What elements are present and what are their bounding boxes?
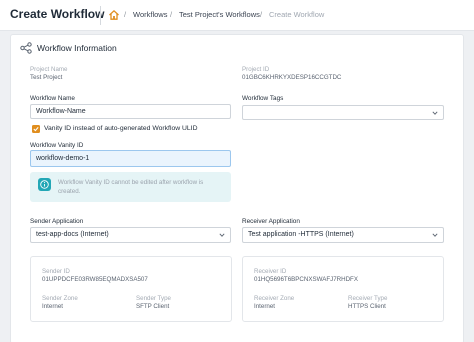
chevron-down-icon (432, 111, 438, 115)
workflow-vanity-id-label: Workflow Vanity ID (30, 142, 84, 149)
share-nodes-icon (20, 42, 32, 54)
workflow-vanity-id-value: workflow-demo-1 (36, 155, 90, 162)
sender-application-label: Sender Application (30, 218, 84, 225)
receiver-zone-label: Receiver Zone (254, 295, 295, 302)
receiver-id-value: 01HQ5696T6BPCNXSWAFJ7RHDFX (254, 276, 358, 283)
vanity-id-checkbox-label[interactable]: Vanity ID instead of auto-generated Work… (44, 125, 198, 132)
sender-type-label: Sender Type (136, 295, 171, 302)
receiver-id-label: Receiver ID (254, 268, 287, 275)
sender-id-value: 01UPPDCFE03RW85EQMADXSA507 (42, 276, 148, 283)
sender-application-value: test-app-docs (Internet) (36, 231, 109, 238)
breadcrumb-separator: / (170, 10, 173, 19)
page-title: Create Workflow (10, 7, 105, 21)
sender-type-value: SFTP Client (136, 303, 170, 310)
receiver-application-value: Test application -HTTPS (Internet) (248, 231, 354, 238)
vanity-id-info-text: Workflow Vanity ID cannot be edited afte… (58, 179, 204, 195)
sender-id-label: Sender ID (42, 268, 70, 275)
workflow-tags-label: Workflow Tags (242, 95, 284, 102)
header-divider (100, 6, 101, 25)
breadcrumb-project-workflows-link[interactable]: Test Project's Workflows (179, 10, 260, 19)
workflow-name-value: Workflow-Name (36, 108, 86, 115)
workflow-vanity-id-input[interactable]: workflow-demo-1 (30, 150, 231, 167)
sender-zone-label: Sender Zone (42, 295, 78, 302)
receiver-type-value: HTTPS Client (348, 303, 386, 310)
project-id-label: Project ID (242, 66, 270, 73)
project-id-value: 01GBC6KHRKYXDESP16CCGTDC (242, 74, 342, 81)
receiver-details-card (242, 256, 444, 322)
breadcrumb-workflows-link[interactable]: Workflows (133, 10, 167, 19)
check-icon (33, 126, 39, 132)
receiver-zone-value: Internet (254, 303, 275, 310)
receiver-type-label: Receiver Type (348, 295, 388, 302)
info-icon (38, 178, 51, 191)
workflow-name-label: Workflow Name (30, 95, 75, 102)
page-header: Create Workflow / Workflows / Test Proje… (0, 0, 474, 31)
workflow-tags-select[interactable] (242, 105, 444, 120)
workflow-name-input[interactable]: Workflow-Name (30, 104, 231, 119)
sender-details-card (30, 256, 232, 322)
breadcrumb-separator: / (124, 10, 127, 19)
sender-zone-value: Internet (42, 303, 63, 310)
receiver-application-select[interactable]: Test application -HTTPS (Internet) (242, 227, 444, 243)
project-name-value: Test Project (30, 74, 63, 81)
chevron-down-icon (219, 233, 225, 237)
breadcrumb-separator: / (260, 10, 263, 19)
breadcrumb-current: Create Workflow (269, 10, 325, 19)
section-title: Workflow Information (37, 43, 117, 53)
project-name-label: Project Name (30, 66, 68, 73)
vanity-id-checkbox[interactable] (32, 125, 40, 133)
sender-application-select[interactable]: test-app-docs (Internet) (30, 227, 231, 243)
home-icon[interactable] (108, 9, 120, 21)
receiver-application-label: Receiver Application (242, 218, 300, 225)
chevron-down-icon (432, 233, 438, 237)
